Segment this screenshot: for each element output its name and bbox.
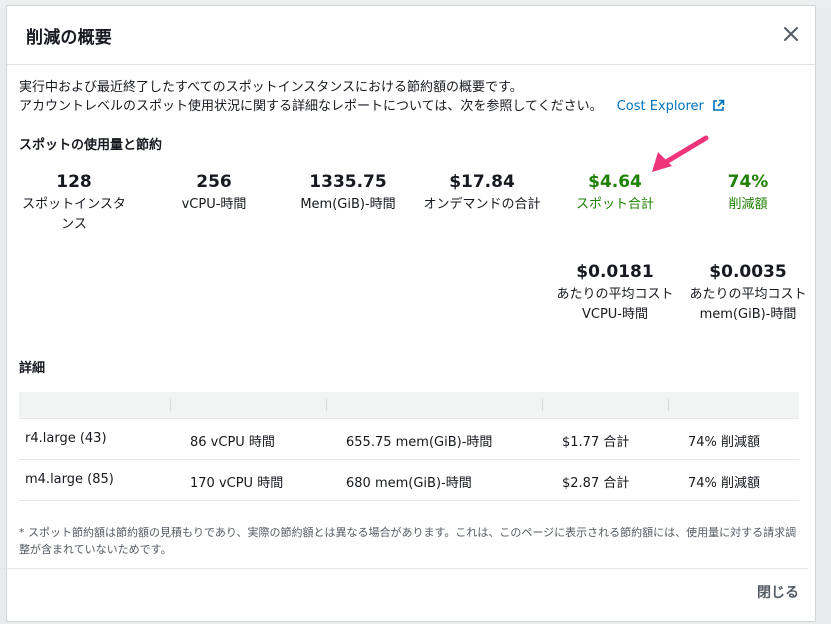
cost-explorer-link-text: Cost Explorer xyxy=(616,99,704,114)
stat-value: $17.84 xyxy=(449,172,515,192)
stat-label: あたりの平均コスト mem(GiB)-時間 xyxy=(689,287,807,322)
stat-value: 128 xyxy=(56,172,92,192)
column-separator xyxy=(326,399,327,411)
stat-avg-vcpu-cost: $0.0181 あたりの平均コスト VCPU-時間 xyxy=(551,261,679,325)
cell-instance: r4.large (43) xyxy=(25,431,107,446)
stat-savings: 74% 削減額 xyxy=(683,171,813,215)
stat-avg-mem-cost: $0.0035 あたりの平均コスト mem(GiB)-時間 xyxy=(683,261,813,325)
stat-label: Mem(GiB)-時間 xyxy=(300,197,396,212)
stat-label: 削減額 xyxy=(728,197,768,212)
cell-total: $1.77 合計 xyxy=(562,435,630,450)
table-row: r4.large (43) 86 vCPU 時間 655.75 mem(GiB)… xyxy=(19,419,799,460)
cell-savings: 74% 削減額 xyxy=(688,435,761,450)
cell-vcpu: 86 vCPU 時間 xyxy=(190,435,275,450)
cell-savings: 74% 削減額 xyxy=(688,476,761,491)
details-table: r4.large (43) 86 vCPU 時間 655.75 mem(GiB)… xyxy=(19,392,799,501)
stat-vcpu-hours: 256 vCPU-時間 xyxy=(149,171,279,215)
close-icon[interactable] xyxy=(781,24,801,44)
external-link-icon xyxy=(712,99,725,118)
stat-value: 256 xyxy=(196,172,232,192)
details-section-title: 詳細 xyxy=(19,361,46,376)
modal-header: 削減の概要 xyxy=(7,6,815,65)
cost-explorer-link[interactable]: Cost Explorer xyxy=(617,99,725,114)
stat-label: あたりの平均コスト VCPU-時間 xyxy=(556,287,674,322)
stat-label: スポット合計 xyxy=(575,197,654,212)
stat-label: スポットインスタンス xyxy=(22,197,126,232)
table-header xyxy=(19,392,799,419)
description-line-1: 実行中および最近終了したすべてのスポットインスタンスにおける節約額の概要です。 xyxy=(19,80,523,95)
column-separator xyxy=(668,399,669,411)
description: 実行中および最近終了したすべてのスポットインスタンスにおける節約額の概要です。 … xyxy=(19,78,799,118)
column-separator xyxy=(170,399,171,411)
table-row: m4.large (85) 170 vCPU 時間 680 mem(GiB)-時… xyxy=(19,460,799,501)
stat-on-demand-total: $17.84 オンデマンドの合計 xyxy=(415,171,549,215)
annotation-arrow-icon xyxy=(652,135,709,172)
stat-value: 1335.75 xyxy=(309,172,387,192)
stat-spot-total: $4.64 スポット合計 xyxy=(551,171,679,215)
close-button[interactable]: 閉じる xyxy=(757,582,799,602)
stats-grid: 128 スポットインスタンス 256 vCPU-時間 1335.75 Mem(G… xyxy=(17,155,806,355)
description-line-2-text: アカウントレベルのスポット使用状況に関する詳細なレポートについては、次を参照して… xyxy=(19,99,603,114)
cell-instance: m4.large (85) xyxy=(25,472,114,487)
cell-vcpu: 170 vCPU 時間 xyxy=(190,476,284,491)
cell-mem: 680 mem(GiB)-時間 xyxy=(346,476,472,491)
stat-mem-hours: 1335.75 Mem(GiB)-時間 xyxy=(283,171,413,215)
stat-value: $0.0035 xyxy=(709,262,787,282)
stat-value: $0.0181 xyxy=(576,262,654,282)
footnote: * スポット節約額は節約額の見積もりであり、実際の節約額とは異なる場合があります… xyxy=(19,526,797,556)
modal-footer-divider xyxy=(0,568,808,569)
stat-label: オンデマンドの合計 xyxy=(423,197,541,212)
cell-mem: 655.75 mem(GiB)-時間 xyxy=(346,435,493,450)
cell-total: $2.87 合計 xyxy=(562,476,630,491)
stat-label: vCPU-時間 xyxy=(181,197,247,212)
modal-title: 削減の概要 xyxy=(26,28,112,48)
description-line-2: アカウントレベルのスポット使用状況に関する詳細なレポートについては、次を参照して… xyxy=(19,97,799,118)
modal-body: 実行中および最近終了したすべてのスポットインスタンスにおける節約額の概要です。 … xyxy=(17,78,807,376)
stat-spot-instances: 128 スポットインスタンス xyxy=(17,171,131,235)
column-separator xyxy=(542,399,543,411)
